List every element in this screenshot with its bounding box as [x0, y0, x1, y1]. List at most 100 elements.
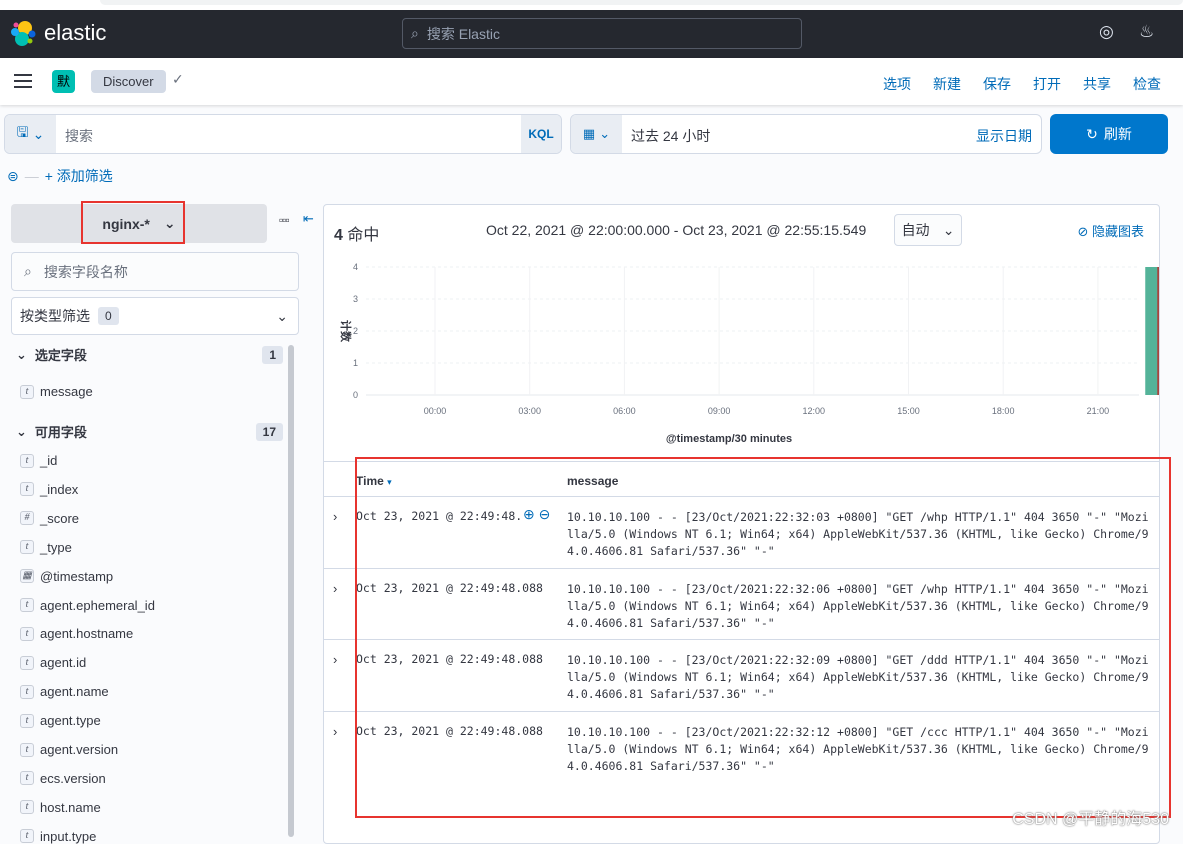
type-filter-button[interactable]: 按类型筛选 0 ⌄: [11, 297, 299, 335]
highlight-box: [81, 201, 185, 244]
field-name: host.name: [40, 799, 101, 815]
interval-select[interactable]: 自动 ⌄: [894, 214, 962, 246]
section-title: 可用字段: [34, 425, 87, 440]
field-item[interactable]: ▦ @timestamp: [20, 569, 113, 584]
selected-fields-header[interactable]: ⌄ 选定字段 1: [16, 345, 283, 364]
available-fields-header[interactable]: ⌄ 可用字段 17: [16, 422, 283, 441]
field-item[interactable]: t host.name: [20, 800, 101, 815]
field-item[interactable]: t _id: [20, 453, 57, 468]
x-tick-label: 06:00: [613, 406, 636, 416]
x-tick-label: 15:00: [897, 406, 920, 416]
section-count: 1: [262, 345, 283, 364]
field-search-placeholder: 搜索字段名称: [43, 263, 128, 280]
section-title: 选定字段: [34, 348, 87, 363]
quick-time-button[interactable]: ▦ ⌄: [571, 115, 622, 153]
y-tick-label: 4: [353, 262, 358, 272]
field-item[interactable]: t message: [20, 384, 93, 399]
string-field-icon: t: [20, 829, 34, 844]
type-filter-count: 0: [98, 307, 119, 325]
hide-chart-button[interactable]: ⊘ 隐藏图表: [1077, 221, 1144, 240]
field-name: _type: [40, 539, 72, 555]
field-name: input.type: [40, 828, 97, 844]
field-item[interactable]: t agent.type: [20, 713, 101, 728]
top-header: elastic ⌕ 搜索 Elastic ◎ ♨: [0, 10, 1183, 58]
section-count: 17: [255, 422, 283, 441]
expand-row-icon[interactable]: ›: [333, 724, 337, 739]
time-range-label: Oct 22, 2021 @ 22:00:00.000 - Oct 23, 20…: [486, 222, 867, 238]
expand-row-icon[interactable]: ›: [333, 581, 337, 596]
string-field-icon: t: [20, 713, 34, 728]
kql-button[interactable]: KQL: [521, 115, 561, 153]
space-avatar[interactable]: 默: [52, 70, 75, 93]
field-item[interactable]: t agent.id: [20, 655, 86, 670]
add-filter-button[interactable]: + 添加筛选: [45, 166, 113, 186]
string-field-icon: t: [20, 771, 34, 786]
divider: —: [24, 168, 39, 184]
refresh-icon: ↻: [1086, 125, 1098, 142]
field-name: _index: [40, 481, 79, 497]
show-dates-button[interactable]: 显示日期: [976, 126, 1032, 146]
filter-icon[interactable]: ⊜: [7, 168, 19, 185]
save-icon: 🖫: [16, 124, 29, 140]
menu-inspect[interactable]: 检查: [1133, 74, 1161, 94]
news-icon[interactable]: ♨: [1139, 22, 1154, 42]
collapse-sidebar-icon[interactable]: ⇤: [303, 211, 314, 227]
elastic-logo[interactable]: elastic: [10, 20, 106, 46]
chevron-down-icon: ⌄: [276, 307, 288, 324]
sidebar: nginx-* ⌄ ▫▫▫ ⇤ ⌕ 搜索字段名称 按类型筛选 0 ⌄ ⌄ 选定字段 1 tm…: [0, 195, 322, 844]
string-field-icon: t: [20, 540, 34, 555]
field-item[interactable]: t agent.ephemeral_id: [20, 598, 155, 613]
saved-query-button[interactable]: 🖫 ⌄: [5, 115, 56, 153]
expand-row-icon[interactable]: ›: [333, 509, 337, 524]
histogram-bar[interactable]: [1145, 267, 1159, 395]
menu-save[interactable]: 保存: [983, 74, 1011, 94]
string-field-icon: t: [20, 684, 34, 699]
expand-row-icon[interactable]: ›: [333, 652, 337, 667]
breadcrumb[interactable]: Discover: [91, 70, 166, 93]
x-axis-label: @timestamp/30 minutes: [666, 433, 792, 445]
time-range-value[interactable]: 过去 24 小时: [631, 126, 710, 146]
global-search-input[interactable]: ⌕ 搜索 Elastic: [402, 18, 802, 49]
menu-share[interactable]: 共享: [1083, 74, 1111, 94]
refresh-label: 刷新: [1103, 126, 1132, 142]
hits-count: 4 命中: [334, 221, 379, 245]
field-item[interactable]: t agent.name: [20, 684, 109, 699]
help-icon[interactable]: ◎: [1099, 22, 1114, 42]
x-tick-label: 03:00: [518, 406, 541, 416]
field-item[interactable]: t agent.hostname: [20, 626, 133, 641]
field-item[interactable]: t input.type: [20, 829, 96, 844]
field-item[interactable]: t _type: [20, 540, 72, 555]
string-field-icon: t: [20, 598, 34, 612]
check-icon: ✓: [172, 71, 184, 87]
menu-open[interactable]: 打开: [1033, 74, 1061, 94]
more-options-icon[interactable]: ▫▫▫: [279, 213, 290, 227]
chevron-down-icon: ⌄: [16, 346, 27, 362]
y-tick-label: 0: [353, 390, 358, 400]
hide-chart-label: 隐藏图表: [1091, 224, 1144, 239]
field-name: @timestamp: [40, 568, 114, 584]
sidebar-scrollbar[interactable]: [288, 345, 294, 837]
field-item[interactable]: # _score: [20, 511, 79, 526]
string-field-icon: t: [20, 800, 34, 815]
x-tick-label: 09:00: [708, 406, 731, 416]
string-field-icon: t: [20, 453, 34, 468]
elastic-logo-icon: [11, 21, 36, 46]
x-tick-label: 21:00: [1087, 406, 1110, 416]
field-search-input[interactable]: ⌕ 搜索字段名称: [11, 252, 299, 291]
menu-icon[interactable]: [14, 74, 32, 88]
field-item[interactable]: t _index: [20, 482, 78, 497]
chevron-down-icon: ⌄: [942, 221, 955, 238]
y-tick-label: 1: [353, 358, 358, 368]
field-item[interactable]: t agent.version: [20, 742, 118, 757]
string-field-icon: t: [20, 626, 34, 641]
refresh-button[interactable]: ↻ 刷新: [1050, 114, 1168, 154]
query-input[interactable]: 搜索: [65, 126, 93, 146]
field-name: agent.id: [40, 655, 87, 671]
menu-new[interactable]: 新建: [933, 74, 961, 94]
interval-value: 自动: [901, 222, 930, 238]
nav-bar: 默 Discover ✓ 选项 新建 保存 打开 共享 检查: [0, 58, 1183, 105]
field-name: message: [40, 384, 93, 399]
string-field-icon: t: [20, 655, 34, 670]
menu-options[interactable]: 选项: [883, 74, 911, 94]
field-item[interactable]: t ecs.version: [20, 771, 106, 786]
